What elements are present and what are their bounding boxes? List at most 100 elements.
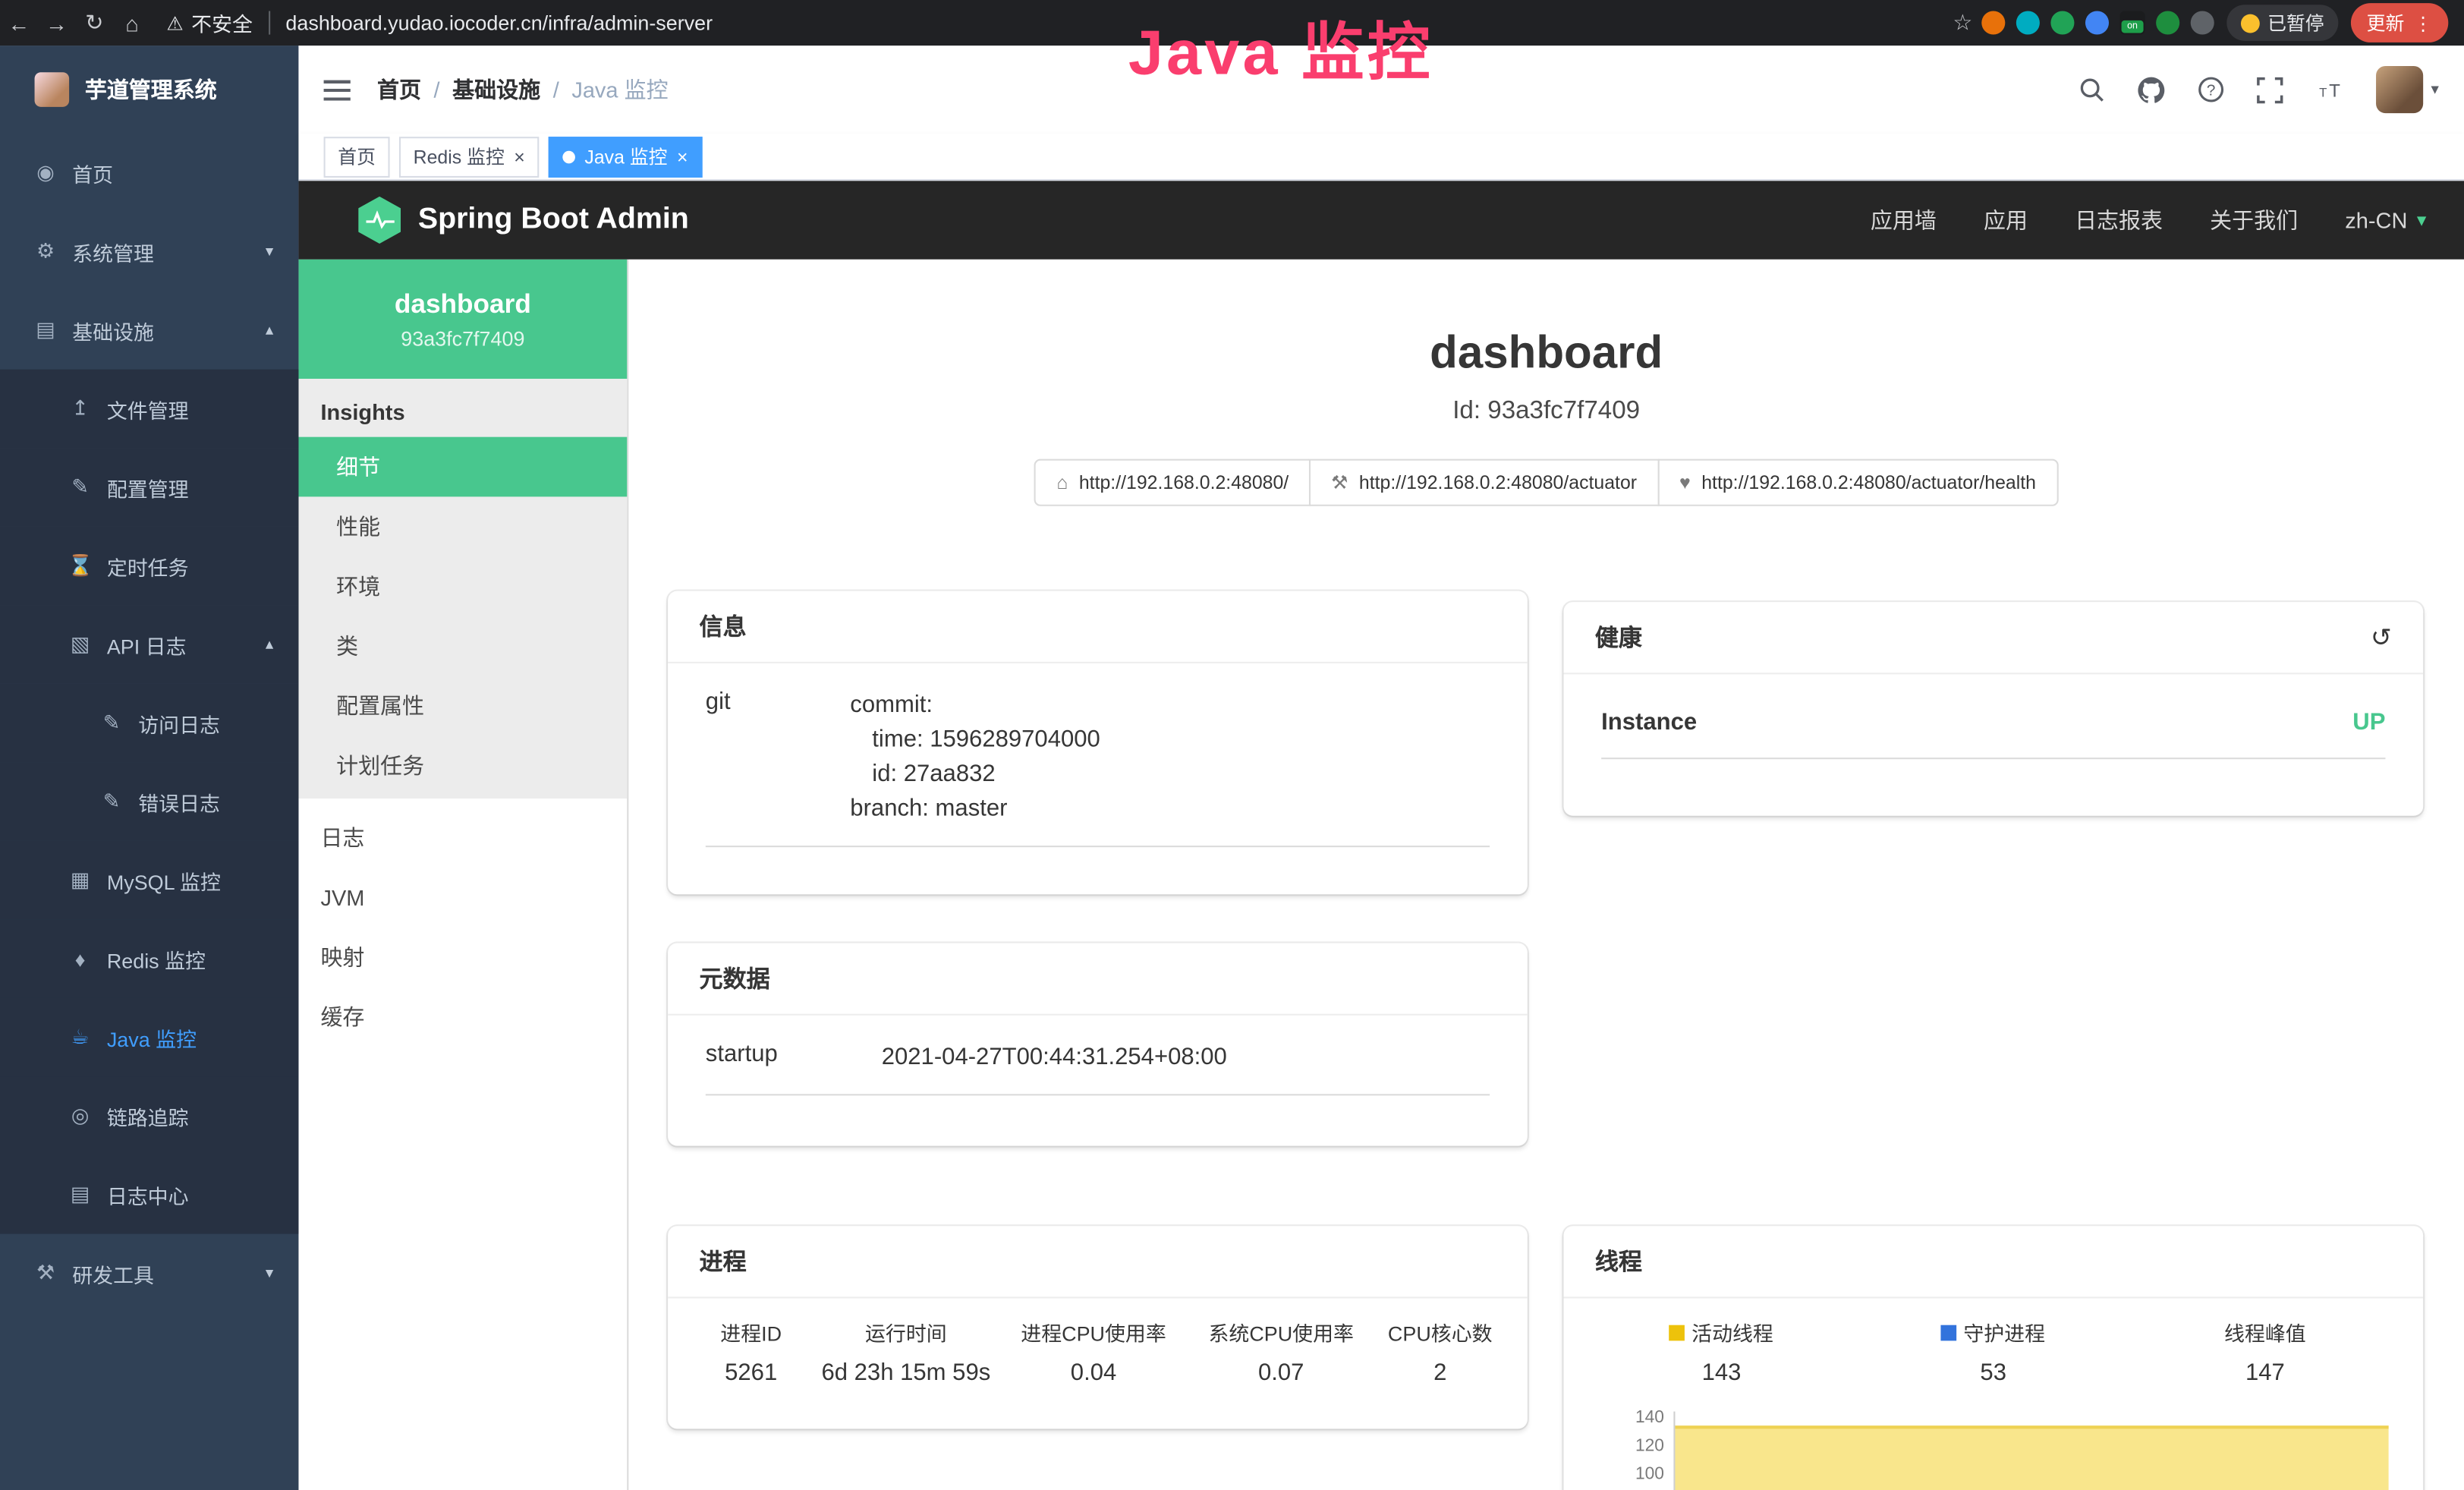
sba-nav-classes[interactable]: 类: [298, 616, 627, 676]
sba-nav-jvm[interactable]: JVM: [298, 868, 627, 928]
column-pid: 进程ID: [690, 1317, 812, 1347]
address-bar-url[interactable]: dashboard.yudao.iocoder.cn/infra/admin-s…: [269, 11, 713, 34]
sidebar-item-file-management[interactable]: ↥ 文件管理: [0, 370, 298, 449]
sba-nav-journal[interactable]: 日志报表: [2075, 204, 2163, 235]
sba-nav-config-props[interactable]: 配置属性: [298, 676, 627, 736]
instance-link-actuator[interactable]: ⚒ http://192.168.0.2:48080/actuator: [1309, 459, 1659, 506]
sidebar-item-trace[interactable]: ◎ 链路追踪: [0, 1076, 298, 1155]
tools-icon: ⚒: [33, 1261, 58, 1286]
sidebar-item-system-management[interactable]: ⚙ 系统管理 ▾: [0, 213, 298, 291]
sba-insights-group: Insights 细节 性能 环境 类 配置属性 计划任务: [298, 379, 627, 799]
instance-link-health[interactable]: ♥ http://192.168.0.2:48080/actuator/heal…: [1657, 459, 2058, 506]
insights-section-label: Insights: [298, 379, 627, 437]
legend-peak-threads-value: 147: [2129, 1359, 2401, 1386]
sba-nav-performance[interactable]: 性能: [298, 496, 627, 556]
sba-nav-applications[interactable]: 应用: [1984, 204, 2028, 235]
sba-nav-about[interactable]: 关于我们: [2210, 204, 2298, 235]
sidebar-item-home[interactable]: ◉ 首页: [0, 134, 298, 213]
hamburger-icon[interactable]: [324, 80, 351, 100]
sba-instance-header[interactable]: dashboard 93a3fc7f7409: [298, 260, 627, 379]
browser-home-icon[interactable]: ⌂: [113, 10, 151, 35]
legend-square-yellow-icon: [1669, 1325, 1685, 1340]
sba-nav-logs[interactable]: 日志: [298, 808, 627, 868]
tab-home[interactable]: 首页: [324, 136, 390, 177]
fullscreen-icon[interactable]: [2257, 75, 2285, 103]
info-card-title: 信息: [668, 591, 1528, 663]
svg-text:T: T: [2329, 80, 2340, 101]
value-process-cpu: 0.04: [999, 1359, 1187, 1386]
sba-nav-details[interactable]: 细节: [298, 437, 627, 497]
info-card: 信息 git commit: time: 1596289704000 id: 2…: [668, 591, 1528, 895]
search-icon[interactable]: [2078, 75, 2106, 103]
document-icon: ✎: [99, 789, 124, 814]
sba-brand-title[interactable]: Spring Boot Admin: [418, 203, 689, 238]
tab-redis-monitor[interactable]: Redis 监控 ×: [399, 136, 539, 177]
sidebar-item-api-logs[interactable]: ▧ API 日志 ▴: [0, 605, 298, 684]
on-badge: on: [2122, 20, 2144, 33]
threads-chart: 140 120 100: [1585, 1408, 2401, 1490]
breadcrumb: 首页 / 基础设施 / Java 监控: [377, 74, 669, 105]
sidebar-item-dev-tools[interactable]: ⚒ 研发工具 ▾: [0, 1234, 298, 1313]
sidebar-item-config-management[interactable]: ✎ 配置管理: [0, 448, 298, 527]
instance-link-root[interactable]: ⌂ http://192.168.0.2:48080/: [1034, 459, 1311, 506]
info-row-git: git commit: time: 1596289704000 id: 27aa…: [706, 688, 1490, 847]
bookmark-star-icon[interactable]: ☆: [1944, 9, 1982, 36]
extension-icon-leaf[interactable]: [2156, 11, 2179, 34]
legend-peak-threads: 线程峰值 147: [2129, 1317, 2401, 1386]
sidebar-item-java-monitor[interactable]: ☕ Java 监控: [0, 998, 298, 1077]
breadcrumb-infrastructure[interactable]: 基础设施: [452, 74, 540, 105]
paused-chip[interactable]: 已暂停: [2226, 5, 2338, 41]
metadata-row-label: startup: [706, 1041, 882, 1076]
browser-reload-icon[interactable]: ↻: [75, 9, 113, 36]
tags-view-bar: 首页 Redis 监控 × Java 监控 ×: [298, 134, 2464, 181]
sba-nav-caches[interactable]: 缓存: [298, 987, 627, 1047]
warning-icon: ⚠: [167, 12, 184, 34]
extensions-puzzle-icon[interactable]: [2191, 11, 2214, 34]
home-icon: ⌂: [1056, 471, 1068, 493]
chevron-down-icon: ▾: [266, 243, 273, 260]
process-table-values: 5261 6d 23h 15m 59s 0.04 0.07 2: [690, 1347, 1506, 1387]
timer-icon: ⌛: [68, 553, 93, 578]
sidebar-item-infrastructure[interactable]: ▤ 基础设施 ▴: [0, 291, 298, 370]
tab-java-monitor[interactable]: Java 监控 ×: [549, 136, 702, 177]
sba-nav-wallboard[interactable]: 应用墙: [1871, 204, 1937, 235]
update-label: 更新: [2367, 9, 2405, 36]
emoji-face-icon: [2241, 14, 2260, 33]
sba-nav-scheduled-tasks[interactable]: 计划任务: [298, 736, 627, 795]
sidebar-item-error-logs[interactable]: ✎ 错误日志: [0, 762, 298, 841]
git-id-line: id: 27aa832: [872, 758, 1100, 792]
extension-icon-on-switch[interactable]: on: [2119, 11, 2145, 34]
git-branch-line: branch: master: [850, 792, 1100, 827]
sba-language-select[interactable]: zh-CN ▾: [2345, 207, 2426, 232]
font-size-icon[interactable]: TT: [2316, 75, 2344, 103]
browser-forward-icon[interactable]: →: [38, 10, 76, 35]
history-icon[interactable]: ↺: [2371, 622, 2392, 653]
github-icon[interactable]: [2137, 75, 2165, 103]
column-system-cpu: 系统CPU使用率: [1188, 1317, 1375, 1347]
eye-icon: ◎: [68, 1104, 93, 1129]
breadcrumb-home[interactable]: 首页: [377, 74, 421, 105]
sidebar-item-log-center[interactable]: ▤ 日志中心: [0, 1155, 298, 1234]
user-menu[interactable]: ▾: [2376, 66, 2439, 113]
chevron-up-icon: ▴: [266, 321, 273, 339]
health-instance-row[interactable]: Instance UP: [1601, 709, 2385, 759]
help-icon[interactable]: ?: [2197, 75, 2225, 103]
extension-icon-teal[interactable]: [2016, 11, 2040, 34]
extension-icon-green[interactable]: [2050, 11, 2074, 34]
browser-update-button[interactable]: 更新 ⋮: [2351, 3, 2448, 43]
site-security-chip[interactable]: ⚠ 不安全: [167, 8, 253, 37]
sidebar-item-mysql-monitor[interactable]: ▦ MySQL 监控: [0, 841, 298, 920]
extension-icon-blue[interactable]: [2085, 11, 2109, 34]
close-icon[interactable]: ×: [514, 146, 525, 168]
sba-nav-mappings[interactable]: 映射: [298, 928, 627, 988]
close-icon[interactable]: ×: [677, 146, 688, 168]
page-title: dashboard: [628, 329, 2464, 380]
sidebar-item-access-logs[interactable]: ✎ 访问日志: [0, 684, 298, 763]
sidebar-item-redis-monitor[interactable]: ♦ Redis 监控: [0, 919, 298, 998]
browser-back-icon[interactable]: ←: [0, 10, 38, 35]
extension-icon-orange[interactable]: [1981, 11, 2005, 34]
chevron-down-icon: ▾: [2417, 209, 2426, 231]
health-card-title: 健康: [1595, 621, 1642, 654]
sba-nav-environment[interactable]: 环境: [298, 556, 627, 616]
sidebar-item-scheduled-jobs[interactable]: ⌛ 定时任务: [0, 527, 298, 606]
